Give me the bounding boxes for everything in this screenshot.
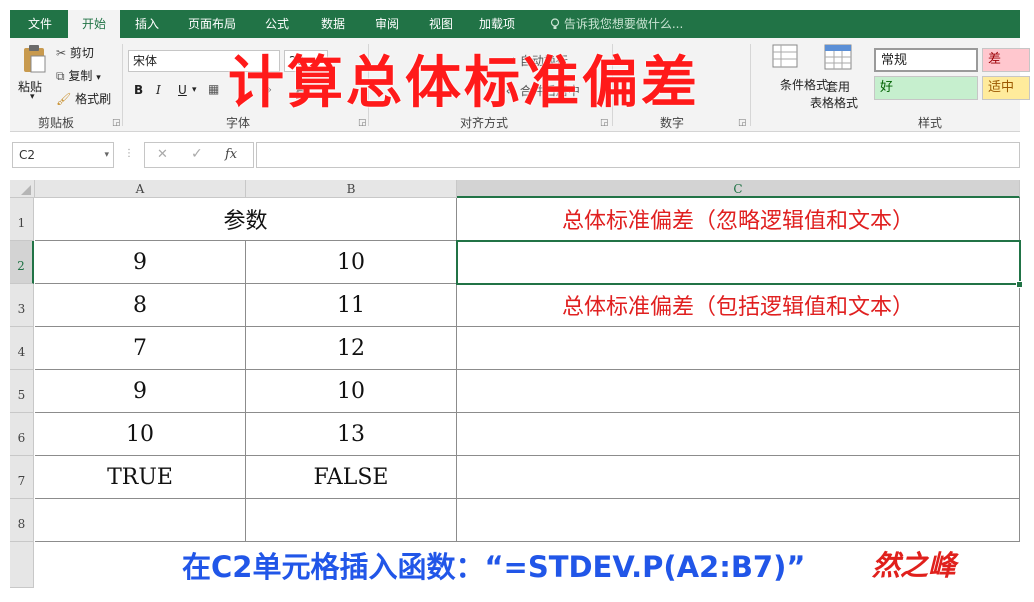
style-neutral[interactable]: 适中 [982,76,1030,100]
column-header-b[interactable]: B [246,180,457,198]
tab-file[interactable]: 文件 [16,10,64,38]
cell-c4[interactable] [457,327,1020,370]
separator-dots-icon: ⋮ [124,148,134,159]
dialog-launcher-icon[interactable]: ◲ [358,118,367,128]
borders-icon[interactable]: ▦ [208,82,219,96]
name-box[interactable]: C2 ▾ [12,142,114,168]
dialog-launcher-icon[interactable]: ◲ [112,118,121,128]
chevron-down-icon: ▾ [96,73,101,83]
conditional-format-button[interactable]: 条件格式 [760,42,828,108]
copy-label: 复制 [68,69,93,83]
group-divider [122,44,123,126]
cancel-icon[interactable]: ✕ [157,147,168,162]
enter-icon[interactable]: ✓ [191,146,203,162]
active-cell-selection [456,240,1021,285]
row-header-5[interactable]: 5 [10,370,34,413]
name-box-value: C2 [19,148,36,162]
cell-a4[interactable]: 7 [35,327,246,370]
underline-button[interactable]: U [178,83,187,97]
table-format-label-1: 套用 [826,80,851,94]
row-header-4[interactable]: 4 [10,327,34,370]
corner-triangle-icon [21,185,31,195]
cell-a7[interactable]: TRUE [35,456,246,499]
tab-page-layout[interactable]: 页面布局 [180,10,244,38]
tab-formulas[interactable]: 公式 [254,10,300,38]
table-format-label-2: 表格格式 [810,96,859,110]
cell-b7[interactable]: FALSE [246,456,457,499]
cell-a8[interactable] [35,499,246,542]
fill-handle[interactable] [1016,281,1023,288]
paste-button[interactable]: 粘贴 ▾ [16,42,52,106]
cut-label: 剪切 [69,46,94,60]
tab-insert[interactable]: 插入 [126,10,168,38]
cell-b6[interactable]: 13 [246,413,457,456]
cell-a1-merged[interactable]: 参数 [35,198,457,241]
row-header-2[interactable]: 2 [10,241,34,284]
row-header-3[interactable]: 3 [10,284,34,327]
styles-group-label: 样式 [918,116,943,130]
tab-view[interactable]: 视图 [418,10,464,38]
author-signature: 然之峰 [872,549,957,582]
copy-icon: ⧉ [56,69,65,83]
style-good[interactable]: 好 [874,76,978,100]
row-header-6[interactable]: 6 [10,413,34,456]
row-header-1[interactable]: 1 [10,198,34,241]
paintbrush-icon: 🖌 [56,92,72,106]
cell-a3[interactable]: 8 [35,284,246,327]
cell-c5[interactable] [457,370,1020,413]
tell-me-text: 告诉我您想要做什么... [563,17,684,31]
overlay-title: 计算总体标准偏差 [228,51,700,116]
format-painter-label: 格式刷 [75,92,112,106]
cell-c8[interactable] [457,499,1020,542]
dialog-launcher-icon[interactable]: ◲ [600,118,609,128]
format-painter-button[interactable]: 🖌 格式刷 [56,90,111,107]
cell-b5[interactable]: 10 [246,370,457,413]
formula-input[interactable] [256,142,1020,168]
chevron-down-icon: ▾ [104,150,109,160]
clipboard-group-label: 剪贴板 [38,116,75,130]
style-normal[interactable]: 常规 [874,48,978,72]
cell-a2[interactable]: 9 [35,241,246,284]
tab-add-ins[interactable]: 加载项 [472,10,522,38]
cell-b4[interactable]: 12 [246,327,457,370]
overlay-caption: 在C2单元格插入函数：“=STDEV.P(A2:B7)” [182,550,806,584]
group-divider [750,44,751,126]
formula-buttons: ✕ ✓ fx [144,142,254,168]
worksheet-grid: A B C 1 2 3 4 5 6 7 8 参数 总体标准偏差（忽略逻辑值和文本… [10,180,1023,588]
cell-b3[interactable]: 11 [246,284,457,327]
copy-button[interactable]: ⧉ 复制 ▾ [56,67,101,84]
tab-home[interactable]: 开始 [68,10,120,38]
cell-b2[interactable]: 10 [246,241,457,284]
lightbulb-icon [550,17,564,31]
cell-c6[interactable] [457,413,1020,456]
dialog-launcher-icon[interactable]: ◲ [738,118,747,128]
format-as-table-button[interactable]: 套用 表格格式 [810,42,868,110]
cell-a6[interactable]: 10 [35,413,246,456]
row-header-7[interactable]: 7 [10,456,34,499]
chevron-down-icon[interactable]: ▾ [192,85,197,95]
italic-button[interactable]: I [156,83,161,97]
tab-data[interactable]: 数据 [310,10,356,38]
cell-c1[interactable]: 总体标准偏差（忽略逻辑值和文本） [457,198,1020,241]
cell-b8[interactable] [246,499,457,542]
bold-button[interactable]: B [134,83,143,97]
row-header-8[interactable]: 8 [10,499,34,542]
select-all-corner[interactable] [10,180,35,198]
scissors-icon: ✂ [56,46,67,60]
column-header-c[interactable]: C [457,180,1020,198]
cell-a5[interactable]: 9 [35,370,246,413]
cell-c3[interactable]: 总体标准偏差（包括逻辑值和文本） [457,284,1020,327]
formula-bar: C2 ▾ ⋮ ✕ ✓ fx [10,132,1020,180]
tell-me-search[interactable]: 告诉我您想要做什么... [550,10,683,38]
insert-function-icon[interactable]: fx [225,147,237,162]
tab-review[interactable]: 审阅 [364,10,410,38]
style-bad[interactable]: 差 [982,48,1030,72]
ribbon-tab-bar: 文件 开始 插入 页面布局 公式 数据 审阅 视图 加载项 告诉我您想要做什么.… [10,10,1020,38]
row-header-9[interactable] [10,542,34,588]
chevron-down-icon: ▾ [30,92,35,102]
column-header-a[interactable]: A [35,180,246,198]
cut-button[interactable]: ✂ 剪切 [56,44,94,61]
cell-c7[interactable] [457,456,1020,499]
